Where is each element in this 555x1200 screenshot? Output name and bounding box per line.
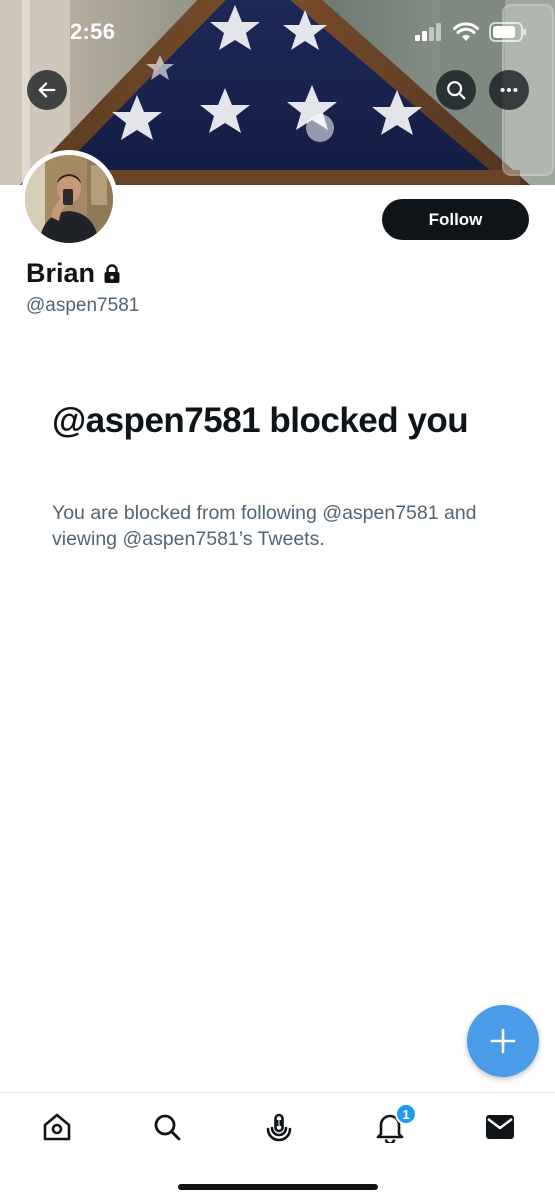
avatar[interactable] — [20, 150, 118, 248]
spaces-icon — [266, 1113, 292, 1142]
lock-icon — [104, 263, 120, 283]
compose-tweet-button[interactable] — [467, 1005, 539, 1077]
search-profile-button[interactable] — [436, 70, 476, 110]
profile-handle: @aspen7581 — [26, 295, 140, 316]
person-photo-image — [25, 155, 113, 243]
status-bar: 2:56 — [0, 0, 555, 66]
search-icon — [154, 1114, 181, 1141]
more-horizontal-icon — [500, 87, 518, 93]
nav-home[interactable] — [37, 1107, 77, 1147]
blocked-title: @aspen7581 blocked you — [52, 401, 469, 440]
notification-badge: 1 — [395, 1103, 417, 1125]
battery-icon — [489, 22, 526, 42]
nav-search[interactable] — [147, 1107, 187, 1147]
blocked-description: You are blocked from following @aspen758… — [52, 502, 477, 550]
home-icon — [43, 1113, 71, 1141]
plus-icon — [490, 1028, 516, 1054]
avatar-image — [25, 155, 113, 243]
display-name: Brian — [26, 258, 96, 288]
follow-button[interactable]: Follow — [382, 199, 529, 240]
display-name-row: Brian — [26, 258, 121, 289]
cellular-signal-icon — [415, 23, 441, 41]
more-options-button[interactable] — [489, 70, 529, 110]
envelope-icon — [486, 1115, 514, 1139]
profile-screen: 2:56 Follow Brian @aspen7581 @aspen7581 … — [0, 0, 555, 1200]
nav-messages[interactable] — [480, 1107, 520, 1147]
back-button[interactable] — [27, 70, 67, 110]
status-icons — [415, 22, 527, 42]
status-time: 2:56 — [70, 19, 116, 44]
search-icon — [447, 81, 466, 100]
nav-spaces[interactable] — [259, 1107, 299, 1147]
arrow-left-icon — [38, 82, 56, 98]
home-indicator[interactable] — [178, 1184, 378, 1190]
wifi-icon — [453, 22, 479, 41]
